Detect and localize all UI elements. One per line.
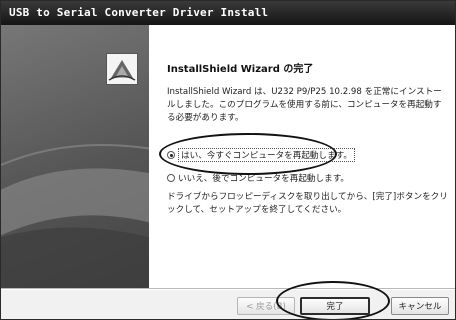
- restart-now-option[interactable]: はい、今すぐコンピュータを再起動します。: [167, 148, 356, 162]
- wizard-logo-icon: [106, 53, 138, 85]
- window-title: USB to Serial Converter Driver Install: [9, 6, 269, 19]
- radio-unselected-icon[interactable]: [167, 174, 175, 182]
- title-bar[interactable]: USB to Serial Converter Driver Install: [1, 1, 455, 25]
- restart-later-option[interactable]: いいえ、後でコンピュータを再起動します。: [167, 172, 349, 184]
- radio-selected-icon[interactable]: [167, 151, 175, 159]
- completion-message: InstallShield Wizard は、U232 P9/P25 10.2.…: [167, 87, 442, 123]
- restart-later-label[interactable]: いいえ、後でコンピュータを再起動します。: [178, 172, 349, 184]
- restart-now-label[interactable]: はい、今すぐコンピュータを再起動します。: [178, 148, 356, 162]
- footer-separator: [1, 288, 455, 290]
- finish-button[interactable]: 完了: [300, 297, 370, 315]
- page-heading: InstallShield Wizard の完了: [167, 64, 314, 75]
- installer-window: USB to Serial Converter Driver Install I…: [0, 0, 456, 320]
- floppy-hint: ドライブからフロッピーディスクを取り出してから、[完了]ボタンをクリックして、セ…: [167, 192, 448, 215]
- cancel-button[interactable]: キャンセル: [391, 297, 449, 315]
- wizard-banner-panel: [1, 25, 149, 288]
- back-button[interactable]: < 戻る(B): [237, 297, 295, 315]
